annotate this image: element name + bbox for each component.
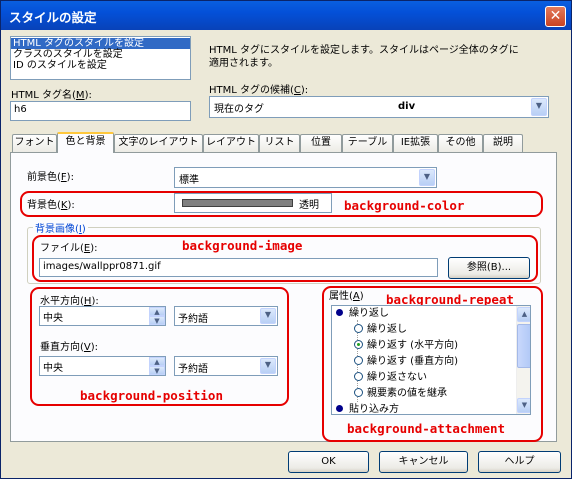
repeat-option[interactable]: 繰り返す (垂直方向) (354, 354, 458, 369)
scroll-down-icon[interactable]: ▼ (517, 398, 530, 413)
tab-position[interactable]: 位置 (300, 134, 342, 152)
vertical-unit-value: 予約語 (178, 364, 208, 375)
candidates-value: 現在のタグ (214, 104, 264, 115)
tree-group-attachment[interactable]: 貼り込み方 (336, 402, 399, 414)
vertical-unit-dropdown[interactable]: 予約語 ▼ (174, 356, 278, 376)
tab-table[interactable]: テーブル (342, 134, 393, 152)
list-item[interactable]: クラスのスタイルを設定 (11, 49, 190, 60)
horizontal-position-input[interactable]: 中央 (39, 306, 166, 326)
candidates-current-tag: div (398, 101, 416, 112)
tab-other[interactable]: その他 (438, 134, 483, 152)
target-type-list[interactable]: HTML タグのスタイルを設定 クラスのスタイルを設定 ID のスタイルを設定 (10, 36, 191, 80)
candidates-label: HTML タグの候補(C): (209, 85, 309, 96)
title-bar: スタイルの設定 ✕ (1, 1, 571, 30)
chevron-down-icon[interactable]: ▼ (260, 308, 276, 324)
help-button[interactable]: ヘルプ (478, 451, 561, 473)
radio-selected-icon (354, 340, 363, 349)
horizontal-label: 水平方向(H): (40, 296, 99, 307)
attributes-tree[interactable]: 繰り返し 繰り返し 繰り返す (水平方向) 繰り返す (垂直方向) 繰り返さない… (331, 305, 531, 415)
vertical-label: 垂直方向(V): (40, 342, 99, 353)
repeat-option[interactable]: 繰り返す (水平方向) (354, 338, 458, 353)
repeat-option[interactable]: 繰り返さない (354, 370, 427, 385)
description-line-2: 適用されます。 (209, 58, 278, 69)
file-label: ファイル(E): (40, 243, 98, 254)
background-image-group-label: 背景画像(I) (33, 220, 88, 235)
annotation-background-image: background-image (182, 238, 303, 253)
tag-name-input[interactable]: h6 (10, 101, 191, 121)
list-item[interactable]: HTML タグのスタイルを設定 (11, 38, 190, 49)
spin-down-icon[interactable]: ▼ (149, 316, 165, 325)
repeat-option[interactable]: 親要素の値を継承 (354, 386, 447, 401)
attributes-scrollbar[interactable]: ▲ ▼ (516, 306, 530, 414)
annotation-background-position: background-position (80, 388, 223, 403)
cancel-button[interactable]: キャンセル (379, 451, 468, 473)
tab-layout[interactable]: レイアウト (203, 134, 259, 152)
foreground-color-dropdown[interactable]: 標準 ▼ (174, 167, 437, 188)
horizontal-unit-dropdown[interactable]: 予約語 ▼ (174, 306, 278, 326)
file-path-input[interactable]: images/wallppr0871.gif (39, 258, 438, 277)
repeat-option[interactable]: 繰り返し (354, 322, 407, 337)
horizontal-unit-value: 予約語 (178, 314, 208, 325)
chevron-down-icon[interactable]: ▼ (260, 358, 276, 374)
color-swatch (182, 199, 293, 207)
style-settings-dialog: スタイルの設定 ✕ HTML タグのスタイルを設定 クラスのスタイルを設定 ID… (0, 0, 572, 479)
tab-ie-extension[interactable]: IE拡張 (393, 134, 438, 152)
ok-button[interactable]: OK (288, 451, 369, 473)
close-button[interactable]: ✕ (545, 6, 566, 27)
scroll-up-icon[interactable]: ▲ (517, 307, 530, 322)
radio-icon (354, 372, 363, 381)
tab-text-layout[interactable]: 文字のレイアウト (114, 134, 203, 152)
window-title: スタイルの設定 (9, 10, 97, 25)
foreground-value: 標準 (179, 175, 199, 186)
browse-button[interactable]: 参照(B)... (448, 257, 530, 279)
tree-group-repeat[interactable]: 繰り返し (336, 306, 389, 321)
annotation-background-attachment: background-attachment (347, 421, 506, 436)
bullet-icon (336, 405, 343, 412)
spin-up-icon[interactable]: ▲ (149, 357, 165, 366)
vertical-position-input[interactable]: 中央 (39, 356, 166, 376)
tab-font[interactable]: フォント (12, 134, 57, 152)
tab-list[interactable]: リスト (259, 134, 300, 152)
candidates-dropdown[interactable]: 現在のタグ div ▼ (209, 96, 549, 118)
background-color-label: 背景色(K): (27, 200, 75, 211)
bullet-icon (336, 309, 343, 316)
radio-icon (354, 324, 363, 333)
radio-icon (354, 356, 363, 365)
background-color-value: 透明 (299, 200, 319, 211)
tag-name-label: HTML タグ名(M): (11, 90, 92, 101)
spin-down-icon[interactable]: ▼ (149, 366, 165, 375)
foreground-label: 前景色(F): (27, 172, 74, 183)
tab-color-background[interactable]: 色と背景 (57, 132, 114, 153)
scroll-thumb[interactable] (517, 324, 530, 368)
chevron-down-icon[interactable]: ▼ (419, 169, 435, 186)
annotation-background-color: background-color (344, 198, 465, 213)
list-item[interactable]: ID のスタイルを設定 (11, 60, 190, 71)
background-color-picker[interactable]: 透明 (174, 193, 332, 213)
spin-up-icon[interactable]: ▲ (149, 307, 165, 316)
radio-icon (354, 388, 363, 397)
chevron-down-icon[interactable]: ▼ (531, 98, 547, 116)
attributes-label: 属性(A) (329, 291, 364, 302)
tab-description[interactable]: 説明 (483, 134, 523, 152)
